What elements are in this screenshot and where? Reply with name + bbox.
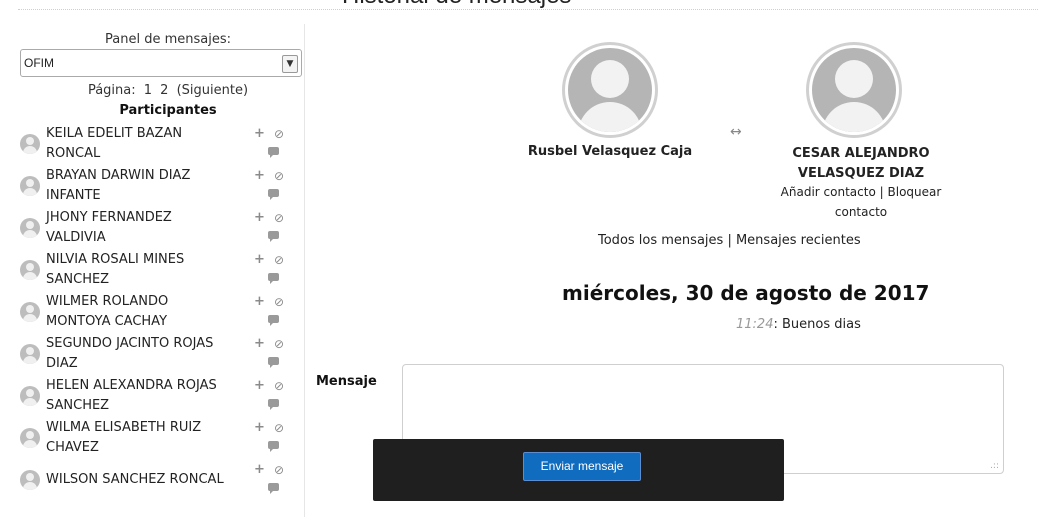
user-avatar-icon [20, 344, 40, 364]
message-icon[interactable] [268, 231, 279, 242]
swap-icon: ↔ [730, 124, 742, 140]
participant-row[interactable]: KEILA EDELIT BAZAN RONCAL + ⊘ [20, 124, 310, 166]
message-icon[interactable] [268, 399, 279, 410]
message-icon[interactable] [268, 483, 279, 494]
page-link-2[interactable]: 2 [160, 83, 168, 98]
send-message-button[interactable]: Enviar mensaje [523, 452, 641, 481]
message-text: : Buenos dias [773, 317, 861, 332]
participant-name[interactable]: WILMA ELISABETH RUIZ CHAVEZ [46, 418, 246, 458]
page-link-1[interactable]: 1 [144, 83, 152, 98]
user-avatar-icon [20, 470, 40, 490]
chevron-down-icon: ▼ [282, 55, 298, 73]
participant-name[interactable]: HELEN ALEXANDRA ROJAS SANCHEZ [46, 376, 246, 416]
plus-icon[interactable]: + [254, 295, 265, 309]
add-contact-link[interactable]: Añadir contacto [781, 185, 876, 199]
participant-row[interactable]: SEGUNDO JACINTO ROJAS DIAZ + ⊘ [20, 334, 310, 376]
user-avatar-icon [20, 176, 40, 196]
message-entry: 11:24: Buenos dias [736, 317, 861, 332]
block-icon[interactable]: ⊘ [274, 211, 284, 225]
participant-row[interactable]: BRAYAN DARWIN DIAZ INFANTE + ⊘ [20, 166, 310, 208]
message-icon[interactable] [268, 189, 279, 200]
user-avatar-icon [20, 260, 40, 280]
paging-label: Página: [87, 83, 136, 98]
plus-icon[interactable]: + [254, 463, 265, 477]
block-icon[interactable]: ⊘ [274, 463, 284, 477]
user-avatar-icon [20, 428, 40, 448]
participants-heading: Participantes [119, 103, 217, 118]
user-avatar-icon [20, 302, 40, 322]
message-time: 11:24 [736, 317, 774, 332]
participant-name[interactable]: BRAYAN DARWIN DIAZ INFANTE [46, 166, 246, 206]
resize-handle-icon[interactable]: .:: [990, 461, 999, 471]
plus-icon[interactable]: + [254, 421, 265, 435]
participant-name[interactable]: WILSON SANCHEZ RONCAL [46, 470, 246, 490]
participant-name[interactable]: WILMER ROLANDO MONTOYA CACHAY [46, 292, 246, 332]
page-title: Historial de mensajes [342, 0, 571, 10]
select-value: OFIM [24, 56, 54, 70]
recent-messages-link[interactable]: Mensajes recientes [736, 233, 861, 248]
block-icon[interactable]: ⊘ [274, 127, 284, 141]
participant-row[interactable]: WILMA ELISABETH RUIZ CHAVEZ + ⊘ [20, 418, 310, 460]
conversation-date: miércoles, 30 de agosto de 2017 [562, 281, 930, 305]
participant-row[interactable]: JHONY FERNANDEZ VALDIVIA + ⊘ [20, 208, 310, 250]
participant-name[interactable]: KEILA EDELIT BAZAN RONCAL [46, 124, 246, 164]
plus-icon[interactable]: + [254, 379, 265, 393]
participant-name[interactable]: NILVIA ROSALI MINES SANCHEZ [46, 250, 246, 290]
message-icon[interactable] [268, 441, 279, 452]
panel-label: Panel de mensajes: [105, 32, 231, 47]
user-avatar-right [806, 42, 902, 138]
message-icon[interactable] [268, 315, 279, 326]
block-icon[interactable]: ⊘ [274, 337, 284, 351]
plus-icon[interactable]: + [254, 253, 265, 267]
contact-actions: Añadir contacto | Bloquear contacto [768, 182, 954, 222]
next-page-link[interactable]: (Siguiente) [177, 83, 248, 98]
plus-icon[interactable]: + [254, 211, 265, 225]
message-icon[interactable] [268, 357, 279, 368]
send-dock: Enviar mensaje [373, 439, 784, 501]
plus-icon[interactable]: + [254, 127, 265, 141]
user-avatar-icon [20, 218, 40, 238]
block-icon[interactable]: ⊘ [274, 421, 284, 435]
participant-row[interactable]: WILSON SANCHEZ RONCAL + ⊘ [20, 460, 310, 502]
separator: | [879, 185, 884, 199]
message-icon[interactable] [268, 147, 279, 158]
pagination: Página: 1 2 (Siguiente) [20, 83, 316, 98]
block-icon[interactable]: ⊘ [274, 295, 284, 309]
message-sidebar: Panel de mensajes: OFIM ▼ Página: 1 2 (S… [14, 24, 305, 517]
current-user-name: Rusbel Velasquez Caja [527, 144, 693, 159]
user-avatar-icon [20, 134, 40, 154]
block-icon[interactable]: ⊘ [274, 169, 284, 183]
participant-row[interactable]: NILVIA ROSALI MINES SANCHEZ + ⊘ [20, 250, 310, 292]
message-filter: Todos los mensajes | Mensajes recientes [598, 233, 861, 248]
separator: | [727, 233, 732, 248]
participant-name[interactable]: JHONY FERNANDEZ VALDIVIA [46, 208, 246, 248]
block-icon[interactable]: ⊘ [274, 379, 284, 393]
block-icon[interactable]: ⊘ [274, 253, 284, 267]
participant-row[interactable]: HELEN ALEXANDRA ROJAS SANCHEZ + ⊘ [20, 376, 310, 418]
message-label: Mensaje [316, 374, 377, 389]
plus-icon[interactable]: + [254, 337, 265, 351]
message-panel-select[interactable]: OFIM ▼ [20, 49, 302, 77]
contact-name[interactable]: CESAR ALEJANDRO VELASQUEZ DIAZ [768, 144, 954, 184]
participant-name[interactable]: SEGUNDO JACINTO ROJAS DIAZ [46, 334, 246, 374]
all-messages-link[interactable]: Todos los mensajes [598, 233, 723, 248]
plus-icon[interactable]: + [254, 169, 265, 183]
participants-list: KEILA EDELIT BAZAN RONCAL + ⊘ BRAYAN DARWI… [20, 124, 310, 502]
message-icon[interactable] [268, 273, 279, 284]
user-avatar-icon [20, 386, 40, 406]
user-avatar-left [562, 42, 658, 138]
participant-row[interactable]: WILMER ROLANDO MONTOYA CACHAY + ⊘ [20, 292, 310, 334]
